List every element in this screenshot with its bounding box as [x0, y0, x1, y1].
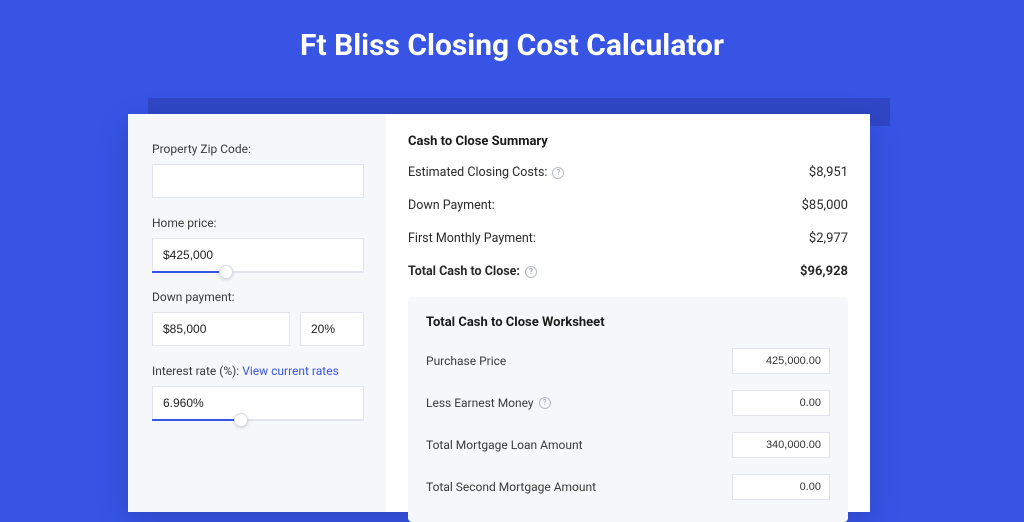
calculator-panel: Property Zip Code: Home price: Down paym…	[128, 114, 870, 512]
view-rates-link[interactable]: View current rates	[242, 364, 339, 378]
slider-thumb[interactable]	[219, 265, 233, 279]
zip-label: Property Zip Code:	[152, 142, 364, 156]
summary-row-est-costs: Estimated Closing Costs: ? $8,951	[408, 165, 848, 180]
ws-label-purchase: Purchase Price	[426, 354, 506, 368]
slider-fill	[152, 419, 241, 421]
zip-input[interactable]	[152, 164, 364, 198]
first-payment-label: First Monthly Payment:	[408, 231, 536, 246]
help-icon[interactable]: ?	[552, 167, 564, 179]
home-price-input[interactable]	[152, 238, 364, 272]
summary-row-first-payment: First Monthly Payment: $2,977	[408, 231, 848, 246]
help-icon[interactable]: ?	[525, 266, 537, 278]
summary-heading: Cash to Close Summary	[408, 134, 848, 149]
worksheet-row: Purchase Price	[426, 348, 830, 374]
slider-fill	[152, 271, 226, 273]
results-panel: Cash to Close Summary Estimated Closing …	[386, 114, 870, 512]
interest-slider[interactable]	[152, 386, 364, 420]
interest-label-text: Interest rate (%):	[152, 364, 242, 378]
ws-label-second: Total Second Mortgage Amount	[426, 480, 596, 494]
interest-rate-label: Interest rate (%): View current rates	[152, 364, 364, 378]
est-costs-label: Estimated Closing Costs:	[408, 165, 547, 180]
down-payment-input[interactable]	[152, 312, 290, 346]
ws-label-loan: Total Mortgage Loan Amount	[426, 438, 583, 452]
page-title: Ft Bliss Closing Cost Calculator	[0, 0, 1024, 85]
worksheet-heading: Total Cash to Close Worksheet	[426, 315, 830, 330]
worksheet-row: Total Mortgage Loan Amount	[426, 432, 830, 458]
worksheet-card: Total Cash to Close Worksheet Purchase P…	[408, 297, 848, 522]
zip-field: Property Zip Code:	[152, 142, 364, 198]
interest-rate-field: Interest rate (%): View current rates	[152, 364, 364, 420]
summary-row-total: Total Cash to Close: ? $96,928	[408, 264, 848, 279]
worksheet-row: Less Earnest Money ?	[426, 390, 830, 416]
home-price-field: Home price:	[152, 216, 364, 272]
interest-rate-input[interactable]	[152, 386, 364, 420]
down-payment-label: Down payment:	[152, 290, 364, 304]
ws-input-loan[interactable]	[732, 432, 830, 458]
down-payment-summary-label: Down Payment:	[408, 198, 495, 213]
down-payment-field: Down payment:	[152, 290, 364, 346]
slider-thumb[interactable]	[234, 413, 248, 427]
est-costs-value: $8,951	[809, 165, 848, 180]
help-icon[interactable]: ?	[539, 397, 551, 409]
worksheet-row: Total Second Mortgage Amount	[426, 474, 830, 500]
ws-input-second[interactable]	[732, 474, 830, 500]
first-payment-value: $2,977	[809, 231, 848, 246]
ws-label-earnest: Less Earnest Money	[426, 396, 534, 410]
total-cash-label: Total Cash to Close:	[408, 264, 520, 279]
home-price-slider[interactable]	[152, 238, 364, 272]
down-payment-pct-input[interactable]	[300, 312, 364, 346]
total-cash-value: $96,928	[800, 264, 848, 279]
ws-input-earnest[interactable]	[732, 390, 830, 416]
ws-input-purchase[interactable]	[732, 348, 830, 374]
home-price-label: Home price:	[152, 216, 364, 230]
input-sidebar: Property Zip Code: Home price: Down paym…	[128, 114, 386, 512]
down-payment-summary-value: $85,000	[802, 198, 848, 213]
summary-row-down-payment: Down Payment: $85,000	[408, 198, 848, 213]
